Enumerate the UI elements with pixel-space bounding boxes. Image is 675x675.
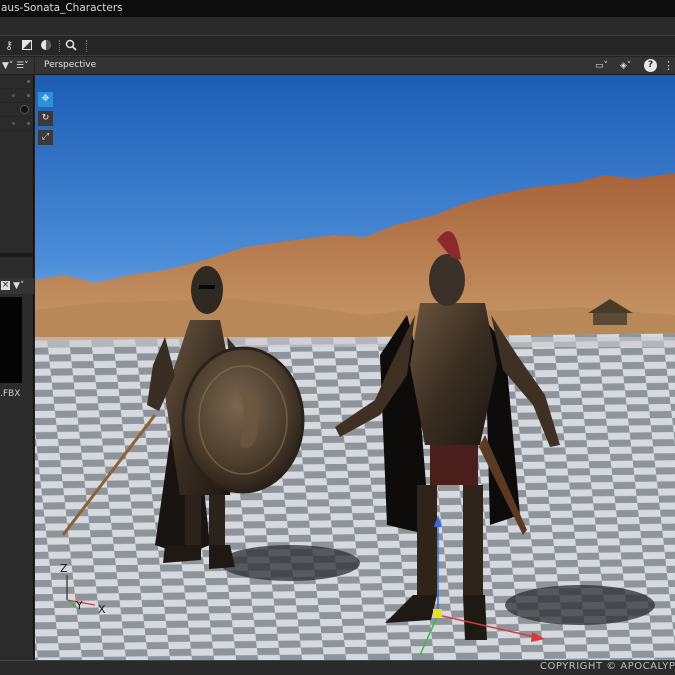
help-icon[interactable]: ? xyxy=(644,59,657,72)
asset-thumbnail[interactable] xyxy=(0,297,22,383)
rotate-icon[interactable]: ↻ xyxy=(38,111,53,126)
copyright-notice: COPYRIGHT © APOCALYPS xyxy=(540,661,675,672)
axis-label-z: Z xyxy=(60,562,68,575)
key-select-icon[interactable]: ⚷ xyxy=(2,39,16,53)
filter-icon[interactable]: ▼˅ xyxy=(13,281,24,291)
scene-render xyxy=(35,75,675,660)
list-item[interactable] xyxy=(0,89,34,103)
sphere-icon[interactable] xyxy=(39,39,53,53)
list-item[interactable] xyxy=(0,117,34,131)
asset-file-name[interactable]: .FBX xyxy=(0,389,34,399)
visor xyxy=(199,285,215,289)
asset-panel-header: × ▼˅ xyxy=(0,278,34,294)
panel-divider[interactable] xyxy=(0,253,34,257)
viewport-tools: ✥ ↻ ⤢ xyxy=(38,92,54,149)
scale-icon[interactable]: ⤢ xyxy=(38,130,53,145)
left-panel: ▼˅ ☰˅ × ▼˅ .FBX xyxy=(0,57,34,675)
helmet xyxy=(429,254,465,306)
leg-right xyxy=(463,485,483,595)
move-icon[interactable]: ✥ xyxy=(38,92,53,107)
torso xyxy=(410,303,497,445)
main-toolbar: ⚷ xyxy=(0,36,675,56)
leg-left xyxy=(417,485,437,595)
window-title: aus-Sonata_Characters xyxy=(0,0,675,17)
axis-label-x: X xyxy=(98,603,106,616)
boot-right xyxy=(463,595,487,640)
left-panel-header: ▼˅ ☰˅ xyxy=(0,57,34,75)
viewport-3d[interactable]: Z Y X ✥ ↻ ⤢ xyxy=(35,75,675,660)
list-item[interactable] xyxy=(0,75,34,89)
leg-right xyxy=(209,495,225,545)
property-rows xyxy=(0,75,34,145)
hut-base xyxy=(593,313,627,325)
axis-label-y: Y xyxy=(76,599,83,612)
shadow-left xyxy=(220,545,360,581)
list-icon[interactable]: ☰˅ xyxy=(16,61,29,71)
filter-icon[interactable]: ▼˅ xyxy=(2,61,13,71)
close-icon[interactable]: × xyxy=(1,281,10,290)
helmet xyxy=(191,266,223,314)
image-icon[interactable] xyxy=(20,39,34,53)
zoom-icon[interactable] xyxy=(64,39,78,53)
toolbar-separator xyxy=(59,40,60,52)
app-window: aus-Sonata_Characters ⚷ ▼˅ ☰˅ × ▼˅ .FBX … xyxy=(0,0,675,675)
horizon-haze xyxy=(35,337,675,347)
boot-left xyxy=(163,545,201,563)
menu-strip xyxy=(0,17,675,36)
shadow-right xyxy=(505,585,655,625)
leg-left xyxy=(185,495,201,545)
camera-icon[interactable]: ▭˅ xyxy=(595,60,608,72)
toolbar-separator xyxy=(86,40,87,52)
skirt xyxy=(430,445,478,485)
round-shield xyxy=(181,346,305,494)
viewport-header: Perspective ▭˅ ◈˅ ? ⋮ xyxy=(35,57,675,75)
more-icon[interactable]: ⋮ xyxy=(663,60,674,72)
viewport-label[interactable]: Perspective xyxy=(44,60,96,70)
display-icon[interactable]: ◈˅ xyxy=(620,60,631,72)
list-item[interactable] xyxy=(0,103,34,117)
